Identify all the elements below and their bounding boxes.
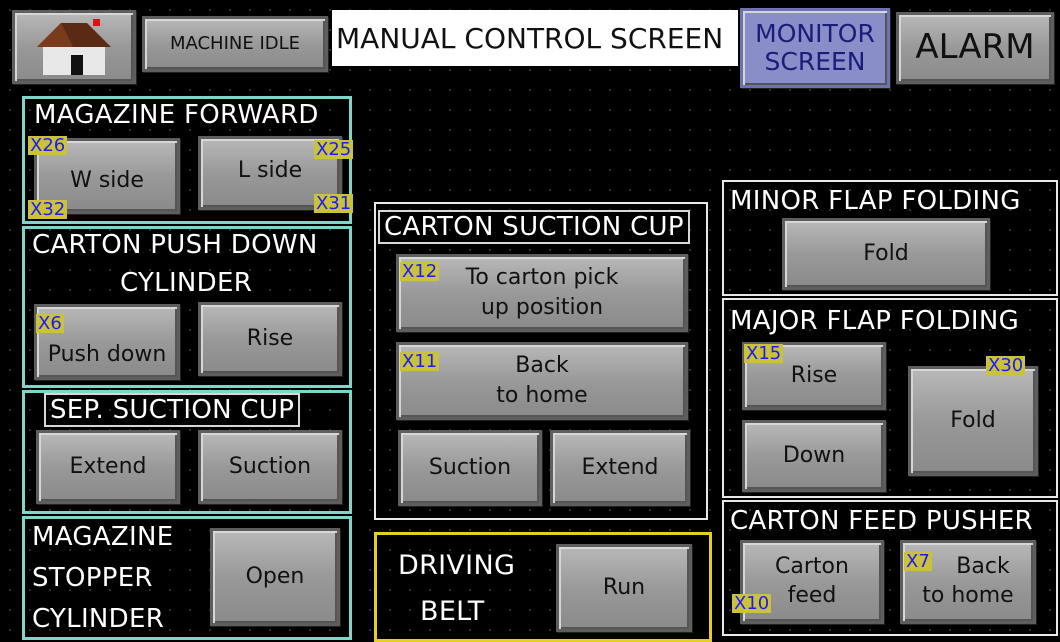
rise-button[interactable]: Rise bbox=[198, 302, 342, 376]
minor-fold-button[interactable]: Fold bbox=[782, 218, 990, 290]
tag-x10: X10 bbox=[732, 593, 772, 614]
tag-x31: X31 bbox=[314, 193, 354, 214]
alarm-button[interactable]: ALARM bbox=[896, 12, 1054, 84]
carton-push-down-title-line2: CYLINDER bbox=[120, 268, 253, 298]
major-flap-title: MAJOR FLAP FOLDING bbox=[730, 306, 1020, 336]
major-fold-button[interactable]: Fold bbox=[908, 366, 1038, 476]
carton-push-down-title-line1: CARTON PUSH DOWN bbox=[32, 230, 318, 260]
sep-suction-button[interactable]: Suction bbox=[198, 430, 342, 504]
tag-x6: X6 bbox=[36, 313, 64, 334]
minor-flap-title: MINOR FLAP FOLDING bbox=[730, 186, 1021, 216]
machine-status-indicator: MACHINE IDLE bbox=[142, 16, 328, 72]
tag-x15: X15 bbox=[744, 343, 784, 364]
magazine-stopper-title-line3: CYLINDER bbox=[32, 604, 165, 634]
major-down-button[interactable]: Down bbox=[742, 420, 886, 492]
sep-extend-button[interactable]: Extend bbox=[36, 430, 180, 504]
run-button[interactable]: Run bbox=[556, 544, 692, 632]
carton-extend-button[interactable]: Extend bbox=[550, 430, 690, 506]
to-carton-pick-up-button[interactable]: To carton pick up position bbox=[396, 254, 688, 332]
tag-x7: X7 bbox=[904, 551, 932, 572]
tag-x25: X25 bbox=[314, 139, 354, 160]
home-button[interactable] bbox=[12, 10, 136, 84]
driving-belt-title-line2: BELT bbox=[420, 596, 485, 627]
tag-x11: X11 bbox=[400, 351, 440, 372]
magazine-stopper-title-line2: STOPPER bbox=[32, 563, 153, 593]
tag-x32: X32 bbox=[28, 199, 68, 220]
tag-x26: X26 bbox=[28, 135, 68, 156]
tag-x30: X30 bbox=[986, 355, 1026, 376]
carton-suction-cup-title: CARTON SUCTION CUP bbox=[378, 210, 690, 244]
magazine-forward-title: MAGAZINE FORWARD bbox=[34, 100, 319, 130]
tag-x12: X12 bbox=[400, 261, 440, 282]
carton-suction-button[interactable]: Suction bbox=[398, 430, 542, 506]
carton-feed-pusher-title: CARTON FEED PUSHER bbox=[730, 506, 1033, 536]
driving-belt-title-line1: DRIVING bbox=[398, 550, 516, 581]
sep-suction-cup-title: SEP. SUCTION CUP bbox=[44, 393, 301, 427]
back-to-home-button[interactable]: Back to home bbox=[396, 342, 688, 420]
magazine-stopper-title-line1: MAGAZINE bbox=[32, 522, 174, 552]
open-button[interactable]: Open bbox=[210, 528, 340, 626]
home-icon bbox=[37, 19, 111, 75]
monitor-screen-button[interactable]: MONITOR SCREEN bbox=[740, 8, 890, 88]
screen-title: MANUAL CONTROL SCREEN bbox=[332, 10, 738, 66]
